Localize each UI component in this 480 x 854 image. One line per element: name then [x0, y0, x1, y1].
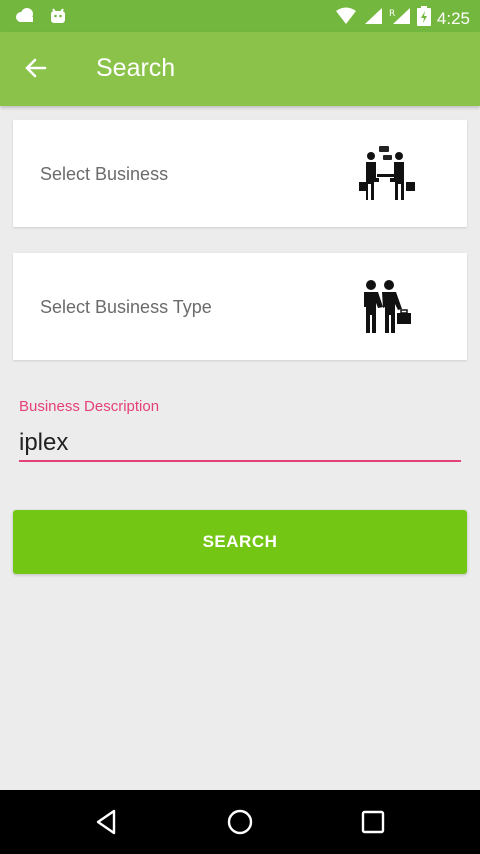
status-left	[14, 6, 68, 31]
select-business-type-card[interactable]: Select Business Type	[13, 253, 467, 360]
android-icon	[48, 6, 68, 31]
signal-roaming-icon: R	[389, 7, 411, 30]
status-time: 4:25	[436, 8, 470, 28]
wifi-icon	[335, 7, 357, 30]
handshake-icon	[357, 277, 417, 337]
navigation-bar	[0, 790, 480, 854]
back-button[interactable]	[18, 52, 54, 88]
svg-text:R: R	[389, 9, 395, 19]
signal-icon	[363, 7, 383, 30]
battery-icon	[416, 6, 431, 31]
business-meeting-icon	[357, 144, 417, 204]
business-description-label: Business Description	[19, 398, 160, 415]
app-bar: Search	[0, 32, 480, 106]
select-business-type-label: Select Business Type	[40, 297, 212, 317]
select-business-label: Select Business	[40, 164, 169, 184]
home-circle-icon[interactable]	[225, 807, 255, 837]
business-description-input[interactable]	[19, 426, 461, 462]
cloud-icon	[14, 6, 36, 31]
arrow-left-icon	[24, 56, 48, 85]
search-button[interactable]: SEARCH	[13, 510, 467, 574]
status-right: R 4:25	[335, 6, 470, 31]
select-business-card[interactable]: Select Business	[13, 120, 467, 227]
recents-square-icon[interactable]	[358, 807, 388, 837]
page-title: Search	[96, 54, 176, 82]
back-triangle-icon[interactable]	[92, 807, 122, 837]
status-bar: R 4:25	[0, 0, 480, 32]
